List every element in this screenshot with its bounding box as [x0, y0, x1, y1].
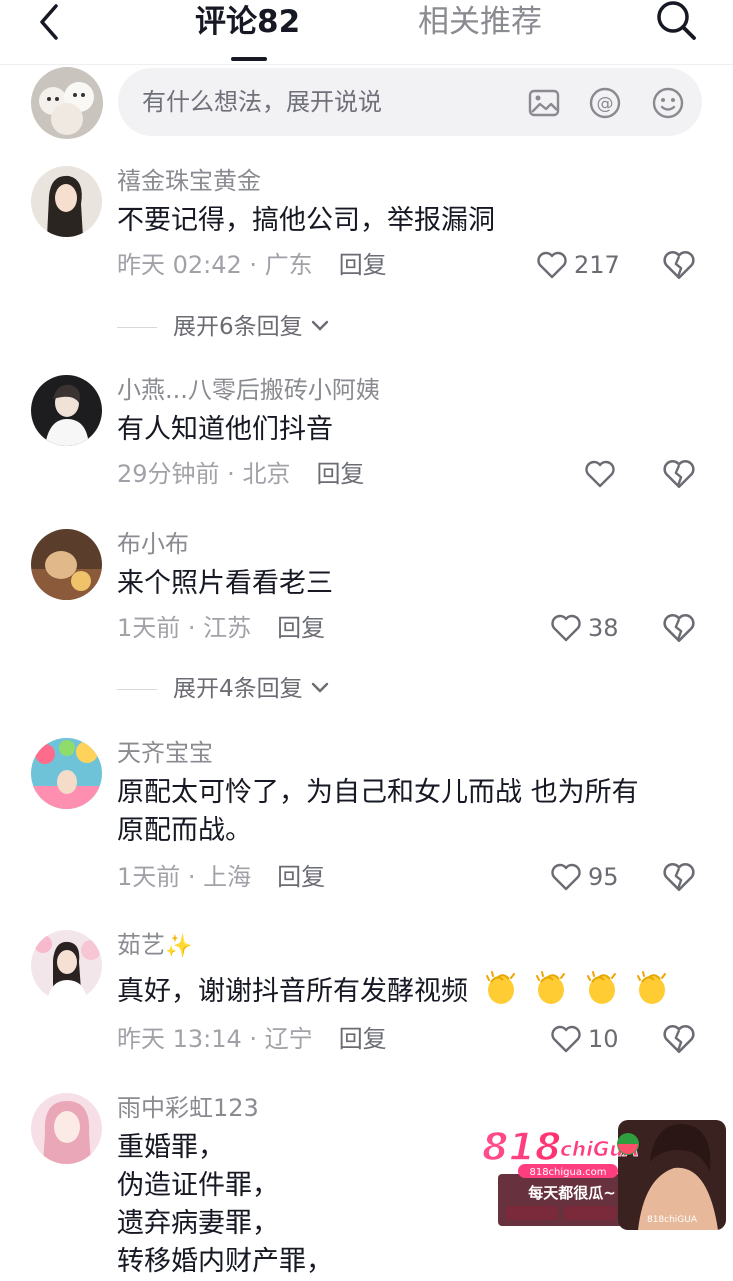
reply-button[interactable]: 回复 — [339, 1025, 387, 1053]
heart-icon — [585, 460, 615, 488]
expand-replies-button[interactable]: 展开4条回复 — [117, 674, 330, 704]
like-button[interactable] — [584, 457, 674, 493]
comment-location: 广东 — [264, 251, 313, 279]
reply-button[interactable]: 回复 — [316, 460, 364, 488]
chevron-down-icon — [311, 682, 329, 693]
heart-icon — [551, 1025, 581, 1053]
divider — [117, 327, 157, 328]
watermark-logo: 818 chiGuA 818chigua.com 每天都很瓜~ 818chiGU… — [478, 1118, 726, 1230]
active-tab-indicator — [231, 57, 267, 61]
avatar[interactable] — [31, 930, 102, 1001]
meta-separator: · — [180, 614, 204, 642]
svg-text:818: 818 — [482, 1125, 561, 1169]
comment-time: 1天前 — [117, 863, 181, 891]
expand-replies-label: 展开6条回复 — [173, 314, 303, 340]
divider — [117, 689, 157, 690]
username[interactable]: 布小布 — [117, 529, 189, 559]
reply-button[interactable]: 回复 — [339, 251, 387, 279]
heart-icon — [551, 863, 581, 891]
broken-heart-icon[interactable] — [662, 248, 698, 284]
username[interactable]: 天齐宝宝 — [117, 738, 213, 768]
broken-heart-icon[interactable] — [662, 457, 698, 493]
svg-text:每天都很瓜~: 每天都很瓜~ — [528, 1184, 616, 1202]
image-icon[interactable] — [527, 86, 561, 120]
my-avatar[interactable] — [31, 67, 103, 139]
comment-time: 29分钟前 — [117, 460, 220, 488]
avatar[interactable] — [31, 738, 102, 809]
comment-text: 有人知道他们抖音 — [117, 414, 333, 445]
tab-comments[interactable]: 评论82 — [195, 2, 300, 42]
like-button[interactable]: 217 — [536, 248, 626, 284]
avatar[interactable] — [31, 1093, 102, 1164]
comment-input[interactable]: 有什么想法，展开说说 @ — [118, 68, 702, 136]
comment-meta: 1天前 · 江苏 回复 — [117, 613, 325, 643]
comment-text: 原配太可怜了，为自己和女儿而战 也为所有 原配而战。 — [117, 777, 639, 846]
avatar[interactable] — [31, 529, 102, 600]
comment-time: 昨天 02:42 — [117, 251, 242, 279]
comment-text: 不要记得，搞他公司，举报漏洞 — [117, 205, 495, 236]
comment-text-body: 真好，谢谢抖音所有发酵视频 — [117, 976, 468, 1007]
svg-text:818chiGUA: 818chiGUA — [647, 1215, 698, 1225]
comment-meta: 昨天 13:14 · 辽宁 回复 — [117, 1024, 387, 1054]
avatar[interactable] — [31, 166, 102, 237]
svg-text:@: @ — [597, 94, 614, 114]
comment-meta: 1天前 · 上海 回复 — [117, 862, 325, 892]
at-mention-icon[interactable]: @ — [588, 86, 622, 120]
chevron-down-icon — [311, 320, 329, 331]
clapping-hands-emoji — [485, 971, 515, 1004]
username-text: 茹艺 — [117, 931, 165, 959]
broken-heart-icon[interactable] — [662, 611, 698, 647]
meta-separator: · — [241, 251, 265, 279]
username[interactable]: 小燕...八零后搬砖小阿姨 — [117, 375, 380, 405]
comment-location: 江苏 — [203, 614, 252, 642]
like-count: 10 — [588, 1025, 619, 1053]
meta-separator: · — [241, 1025, 265, 1053]
comment-input-placeholder: 有什么想法，展开说说 — [142, 88, 382, 116]
reply-button[interactable]: 回复 — [277, 863, 325, 891]
emoji-icon[interactable] — [651, 86, 685, 120]
comment-meta: 29分钟前 · 北京 回复 — [117, 459, 364, 489]
svg-text:818chigua.com: 818chigua.com — [529, 1167, 606, 1178]
comment-time: 昨天 13:14 — [117, 1025, 242, 1053]
comment-location: 北京 — [242, 460, 291, 488]
like-button[interactable]: 95 — [550, 860, 640, 896]
comment-meta: 昨天 02:42 · 广东 回复 — [117, 250, 387, 280]
back-arrow-icon[interactable] — [32, 2, 72, 42]
comment-text: 来个照片看看老三 — [117, 568, 333, 599]
clapping-hands-emoji — [586, 971, 616, 1004]
comment-time: 1天前 — [117, 614, 181, 642]
heart-icon — [537, 251, 567, 279]
username[interactable]: 雨中彩虹123 — [117, 1093, 259, 1123]
reply-button[interactable]: 回复 — [277, 614, 325, 642]
heart-icon — [551, 614, 581, 642]
like-count: 38 — [588, 614, 619, 642]
comment-text: 真好，谢谢抖音所有发酵视频 — [117, 970, 697, 1011]
meta-separator: · — [180, 863, 204, 891]
clapping-hands-emoji — [536, 971, 566, 1004]
top-bar: 评论82 相关推荐 — [0, 0, 733, 65]
search-icon[interactable] — [654, 0, 698, 44]
broken-heart-icon[interactable] — [662, 1022, 698, 1058]
avatar[interactable] — [31, 375, 102, 446]
meta-separator: · — [219, 460, 243, 488]
comment-location: 上海 — [203, 863, 252, 891]
expand-replies-label: 展开4条回复 — [173, 676, 303, 702]
like-count: 217 — [574, 251, 620, 279]
username[interactable]: 茹艺✨ — [117, 930, 192, 962]
tab-related[interactable]: 相关推荐 — [418, 2, 542, 42]
broken-heart-icon[interactable] — [662, 860, 698, 896]
username[interactable]: 禧金珠宝黄金 — [117, 166, 261, 196]
like-button[interactable]: 38 — [550, 611, 640, 647]
like-count: 95 — [588, 863, 619, 891]
expand-replies-button[interactable]: 展开6条回复 — [117, 312, 330, 342]
comment-location: 辽宁 — [264, 1025, 313, 1053]
sparkles-emoji: ✨ — [165, 934, 193, 959]
like-button[interactable]: 10 — [550, 1022, 640, 1058]
clapping-hands-emoji — [637, 971, 667, 1004]
